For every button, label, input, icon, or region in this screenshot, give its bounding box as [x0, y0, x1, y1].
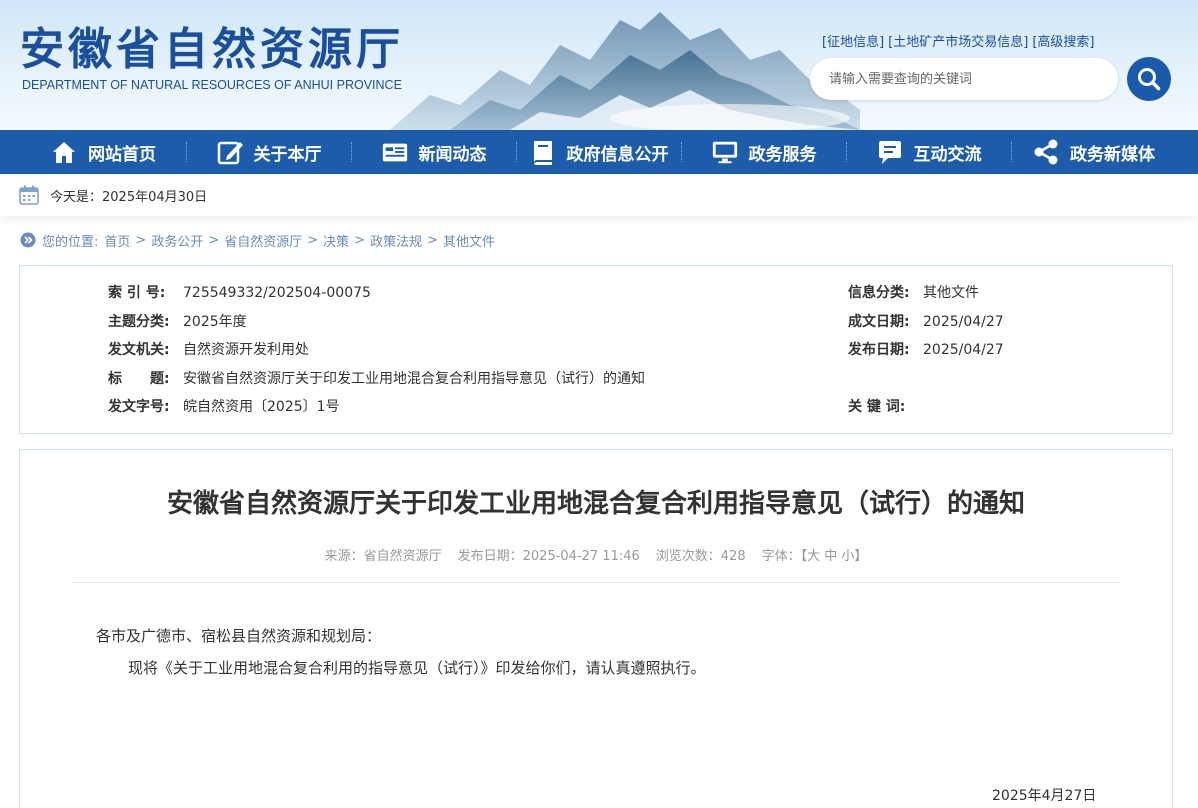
document-meta-box: 索 引 号: 725549332/202504-00075 主题分类: 2025年度… [19, 265, 1173, 434]
meta-doc-no-label: 发文字号: [108, 399, 170, 415]
nav-about[interactable]: 关于本厅 [186, 130, 351, 174]
nav-services-label: 政务服务 [748, 144, 817, 165]
nav-about-label: 关于本厅 [253, 144, 322, 165]
breadcrumb-separator: > [427, 232, 438, 248]
search-icon [1138, 68, 1161, 91]
book-icon [529, 138, 557, 166]
main-nav: 网站首页 关于本厅 新闻动态 政府信息公开 政务服务 互动交流 政务新媒体 [0, 130, 1198, 174]
article-meta: 来源：省自然资源厅 发布日期：2025-04-27 11:46 浏览次数：428 字体… [20, 545, 1172, 564]
meta-written-date-value: 2025/04/27 [923, 314, 1004, 330]
article-views: 浏览次数：428 [655, 549, 746, 564]
meta-topic-label: 主题分类: [108, 314, 170, 330]
meta-topic: 主题分类: 2025年度 [108, 312, 247, 332]
breadcrumb-separator: > [307, 232, 319, 248]
date-bar: 今天是：2025年04月30日 [0, 174, 1198, 216]
article-salutation: 各市及广德市、宿松县自然资源和规划局： [96, 627, 382, 645]
meta-issuer-value: 自然资源开发利用处 [183, 342, 309, 358]
site-header: 安徽省自然资源厅 DEPARTMENT OF NATURAL RESOURCES… [0, 0, 1198, 130]
home-icon [50, 138, 78, 166]
breadcrumb-separator: > [135, 232, 147, 248]
meta-published-date-label: 发布日期: [848, 342, 910, 358]
breadcrumb: 您的位置: 首页 > 政务公开 > 省自然资源厅 > 决策 > 政策法规 > 其… [20, 230, 495, 250]
article-body-paragraph: 现将《关于工业用地混合复合利用的指导意见（试行）》印发给你们，请认真遵照执行。 [128, 659, 706, 677]
nav-services[interactable]: 政务服务 [681, 130, 846, 174]
share-icon [1032, 138, 1060, 166]
meta-info-category: 信息分类: 其他文件 [848, 283, 979, 303]
meta-issuer-label: 发文机关: [108, 342, 170, 358]
meta-published-date: 发布日期: 2025/04/27 [848, 340, 1004, 360]
meta-written-date-label: 成文日期: [848, 314, 910, 330]
today-date: 今天是：2025年04月30日 [50, 189, 208, 205]
meta-issuer: 发文机关: 自然资源开发利用处 [108, 340, 309, 360]
news-icon [381, 138, 409, 166]
quick-link-land-acquisition[interactable]: [征地信息] [822, 35, 884, 50]
meta-doc-no: 发文字号: 皖自然资用〔2025〕1号 [108, 397, 340, 417]
meta-written-date: 成文日期: 2025/04/27 [848, 312, 1004, 332]
meta-title: 标 题: 安徽省自然资源厅关于印发工业用地混合复合利用指导意见（试行）的通知 [108, 369, 645, 389]
nav-gov-info[interactable]: 政府信息公开 [516, 130, 681, 174]
meta-keywords-label: 关 键 词: [848, 399, 906, 415]
meta-index-no: 索 引 号: 725549332/202504-00075 [108, 283, 371, 303]
chat-icon [876, 138, 904, 166]
location-chevron-icon [20, 232, 36, 248]
article-title: 安徽省自然资源厅关于印发工业用地混合复合利用指导意见（试行）的通知 [166, 489, 1025, 519]
nav-home[interactable]: 网站首页 [0, 130, 186, 174]
site-title: 安徽省自然资源厅 [20, 24, 404, 75]
search-button[interactable] [1127, 57, 1171, 101]
article-divider [71, 582, 1121, 583]
mountain-banner-image [390, 12, 860, 130]
meta-info-category-label: 信息分类: [848, 285, 910, 301]
meta-topic-value: 2025年度 [183, 314, 247, 330]
nav-home-label: 网站首页 [88, 144, 156, 165]
nav-new-media-label: 政务新媒体 [1070, 144, 1155, 165]
breadcrumb-home[interactable]: 首页 [104, 231, 130, 250]
breadcrumb-gov-affairs[interactable]: 政务公开 [151, 231, 203, 250]
breadcrumb-policies[interactable]: 政策法规 [370, 231, 422, 250]
breadcrumb-decisions[interactable]: 决策 [323, 231, 349, 250]
meta-index-no-value: 725549332/202504-00075 [183, 285, 371, 301]
meta-index-no-label: 索 引 号: [108, 285, 166, 301]
article-pub-date: 发布日期：2025-04-27 11:46 [457, 549, 640, 564]
quick-links: [征地信息] [土地矿产市场交易信息] [高级搜索] [822, 31, 1098, 50]
meta-keywords: 关 键 词: [848, 397, 923, 417]
breadcrumb-prefix: 您的位置: [42, 234, 99, 250]
breadcrumb-separator: > [208, 232, 220, 248]
article-sign-date: 2025年4月27日 [992, 788, 1097, 804]
article-source: 来源：省自然资源厅 [324, 549, 442, 564]
search-input[interactable] [829, 58, 1109, 100]
nav-interaction-label: 互动交流 [913, 144, 982, 165]
search-box [810, 58, 1118, 100]
breadcrumb-separator: > [354, 232, 366, 248]
meta-doc-no-value: 皖自然资用〔2025〕1号 [183, 399, 340, 415]
nav-news-label: 新闻动态 [418, 144, 487, 165]
monitor-icon [711, 138, 739, 166]
meta-info-category-value: 其他文件 [923, 285, 979, 301]
meta-title-value: 安徽省自然资源厅关于印发工业用地混合复合利用指导意见（试行）的通知 [183, 371, 645, 387]
breadcrumb-other-docs[interactable]: 其他文件 [443, 231, 495, 250]
meta-title-label: 标 题: [108, 371, 170, 387]
meta-published-date-value: 2025/04/27 [923, 342, 1004, 358]
nav-interaction[interactable]: 互动交流 [846, 130, 1011, 174]
site-subtitle: DEPARTMENT OF NATURAL RESOURCES OF ANHUI… [22, 78, 402, 92]
breadcrumb-department[interactable]: 省自然资源厅 [224, 231, 302, 250]
nav-new-media[interactable]: 政务新媒体 [1011, 130, 1176, 174]
edit-icon [216, 138, 244, 166]
calendar-icon [19, 185, 39, 205]
article-box: 安徽省自然资源厅关于印发工业用地混合复合利用指导意见（试行）的通知 来源：省自然… [19, 449, 1173, 808]
nav-news[interactable]: 新闻动态 [351, 130, 516, 174]
font-size-label: 字体： [761, 549, 801, 564]
nav-gov-info-label: 政府信息公开 [566, 144, 669, 165]
quick-link-advanced-search[interactable]: [高级搜索] [1032, 35, 1094, 50]
quick-link-land-mineral-market[interactable]: [土地矿产市场交易信息] [888, 35, 1028, 50]
font-size-switcher[interactable]: 【大 中 小】 [801, 549, 868, 564]
